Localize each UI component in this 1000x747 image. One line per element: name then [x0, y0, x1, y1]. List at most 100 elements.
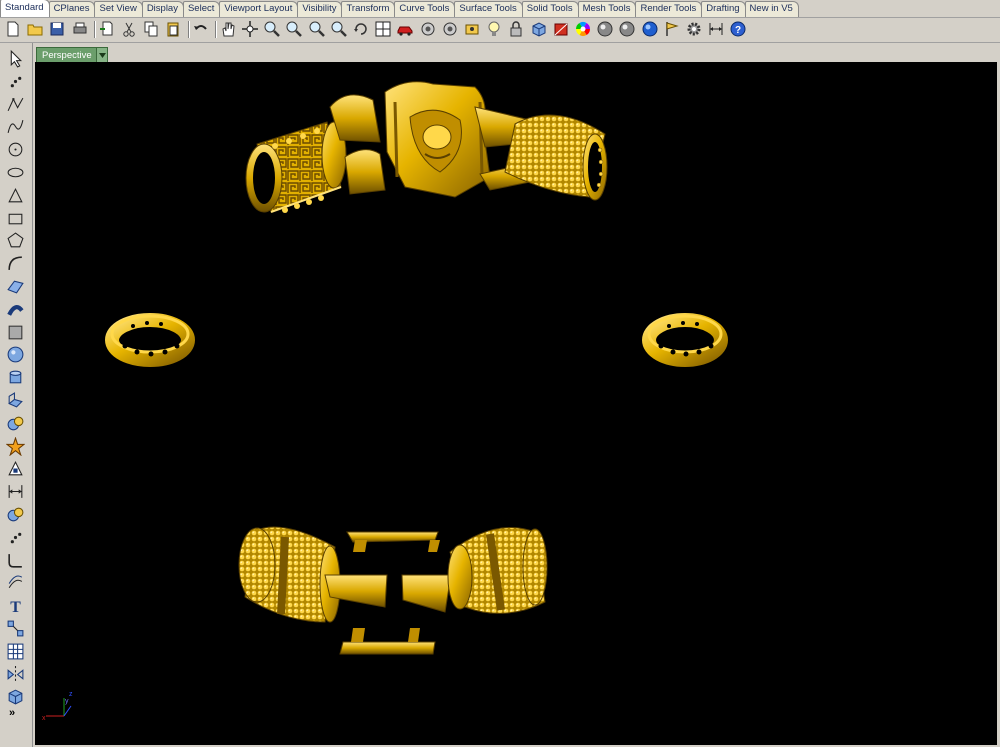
points-icon — [10, 532, 22, 544]
circle-tool[interactable] — [6, 140, 25, 159]
boolean-union-tool[interactable] — [6, 505, 25, 524]
point-tool[interactable] — [6, 72, 25, 91]
render-sphere-button[interactable] — [596, 20, 614, 38]
open-folder-button[interactable] — [26, 20, 44, 38]
save-button[interactable] — [48, 20, 66, 38]
tab-curve-tools[interactable]: Curve Tools — [394, 1, 456, 17]
boolean-union-icon — [7, 507, 24, 522]
tab-display[interactable]: Display — [141, 1, 184, 17]
four-viewports-button[interactable] — [374, 20, 392, 38]
pan-hand-icon — [222, 22, 235, 37]
undo-button[interactable] — [192, 20, 210, 38]
ellipse-tool[interactable] — [6, 163, 25, 182]
zoom-button[interactable] — [263, 20, 281, 38]
tab-viewport-layout[interactable]: Viewport Layout — [219, 1, 299, 17]
new-file-icon — [7, 21, 19, 37]
gear-button[interactable] — [685, 20, 703, 38]
import-button[interactable] — [98, 20, 116, 38]
light-bulb-button[interactable] — [485, 20, 503, 38]
zoom-window-button[interactable] — [285, 20, 303, 38]
solid-box-tool[interactable] — [6, 687, 25, 706]
tab-cplanes[interactable]: CPlanes — [48, 1, 96, 17]
tab-mesh-tools[interactable]: Mesh Tools — [577, 1, 637, 17]
extrude-tool[interactable] — [6, 391, 25, 410]
tab-transform[interactable]: Transform — [341, 1, 396, 17]
new-file-button[interactable] — [4, 20, 22, 38]
dimension-button[interactable] — [707, 20, 725, 38]
sweep-tool[interactable] — [6, 300, 25, 319]
arc-icon — [8, 256, 22, 271]
mirror-tool[interactable] — [6, 665, 25, 684]
zoom-selected-button[interactable] — [330, 20, 348, 38]
tab-render-tools[interactable]: Render Tools — [635, 1, 703, 17]
shade-button[interactable] — [552, 20, 570, 38]
polyline-tool[interactable] — [6, 95, 25, 114]
tab-new-in-v5[interactable]: New in V5 — [744, 1, 799, 17]
copy-button[interactable] — [142, 20, 160, 38]
axis-z-label: z — [69, 691, 73, 698]
perspective-viewport[interactable] — [35, 62, 997, 745]
named-views-button[interactable] — [463, 20, 481, 38]
curve-icon — [7, 120, 24, 134]
select-arrow-tool[interactable] — [6, 49, 25, 68]
cut-button[interactable] — [120, 20, 138, 38]
mirror-icon — [7, 665, 24, 683]
pan-hand-button[interactable] — [219, 20, 237, 38]
viewport-title: Perspective — [42, 49, 92, 61]
dimension-tool-tool[interactable] — [6, 482, 25, 501]
named-views-icon — [465, 24, 479, 35]
axis-x-label: x — [42, 715, 46, 722]
tab-drafting[interactable]: Drafting — [701, 1, 746, 17]
ellipse-icon — [7, 167, 24, 178]
move-button[interactable] — [241, 20, 259, 38]
boolean-tool[interactable] — [6, 414, 25, 433]
lock-button[interactable] — [507, 20, 525, 38]
text-tool[interactable]: T — [6, 596, 25, 615]
cut-icon — [123, 22, 135, 37]
viewport-tab[interactable]: Perspective — [36, 47, 108, 63]
curve-tool[interactable] — [6, 117, 25, 136]
offset-tool[interactable] — [6, 573, 25, 592]
left-small-ring — [105, 313, 195, 367]
rotate-view-button[interactable] — [352, 20, 370, 38]
explode-tool[interactable] — [6, 436, 25, 456]
surface-tool[interactable] — [6, 277, 25, 296]
print-button[interactable] — [71, 20, 89, 38]
color-wheel-button[interactable] — [574, 20, 592, 38]
transform-tool[interactable] — [6, 459, 25, 478]
globe-icon — [642, 21, 658, 37]
tab-set-view[interactable]: Set View — [94, 1, 143, 17]
cylinder-solid-tool[interactable] — [6, 368, 25, 387]
points-tool[interactable] — [6, 528, 25, 547]
box-solid-icon — [8, 325, 23, 339]
viewport-menu-button[interactable] — [96, 48, 107, 62]
fillet-tool[interactable] — [6, 551, 25, 570]
lens-button[interactable] — [441, 20, 459, 38]
render-sphere-alt-button[interactable] — [618, 20, 636, 38]
box-button[interactable] — [530, 20, 548, 38]
grid-tool[interactable] — [6, 642, 25, 661]
sphere-solid-tool[interactable] — [6, 345, 25, 364]
paste-button[interactable] — [164, 20, 182, 38]
arc-tool[interactable] — [6, 254, 25, 273]
polygon-icon — [7, 232, 24, 248]
tab-solid-tools[interactable]: Solid Tools — [521, 1, 579, 17]
tab-select[interactable]: Select — [182, 1, 221, 17]
zoom-selected-icon — [331, 21, 347, 37]
globe-button[interactable] — [641, 20, 659, 38]
tab-visibility[interactable]: Visibility — [297, 1, 343, 17]
more-tools-icon[interactable]: » — [9, 707, 15, 719]
polygon-tool[interactable] — [6, 231, 25, 250]
help-button[interactable]: ? — [729, 20, 747, 38]
rectangle-tool[interactable] — [6, 209, 25, 228]
zoom-extents-button[interactable] — [308, 20, 326, 38]
camera-button[interactable] — [419, 20, 437, 38]
tab-surface-tools[interactable]: Surface Tools — [454, 1, 523, 17]
box-solid-tool[interactable] — [6, 323, 25, 342]
car-button[interactable] — [396, 20, 414, 38]
tab-standard[interactable]: Standard — [0, 0, 50, 17]
flag-button[interactable] — [663, 20, 681, 38]
array-tool[interactable] — [6, 619, 25, 638]
svg-text:?: ? — [735, 25, 741, 36]
triangle-tool[interactable] — [6, 186, 25, 205]
